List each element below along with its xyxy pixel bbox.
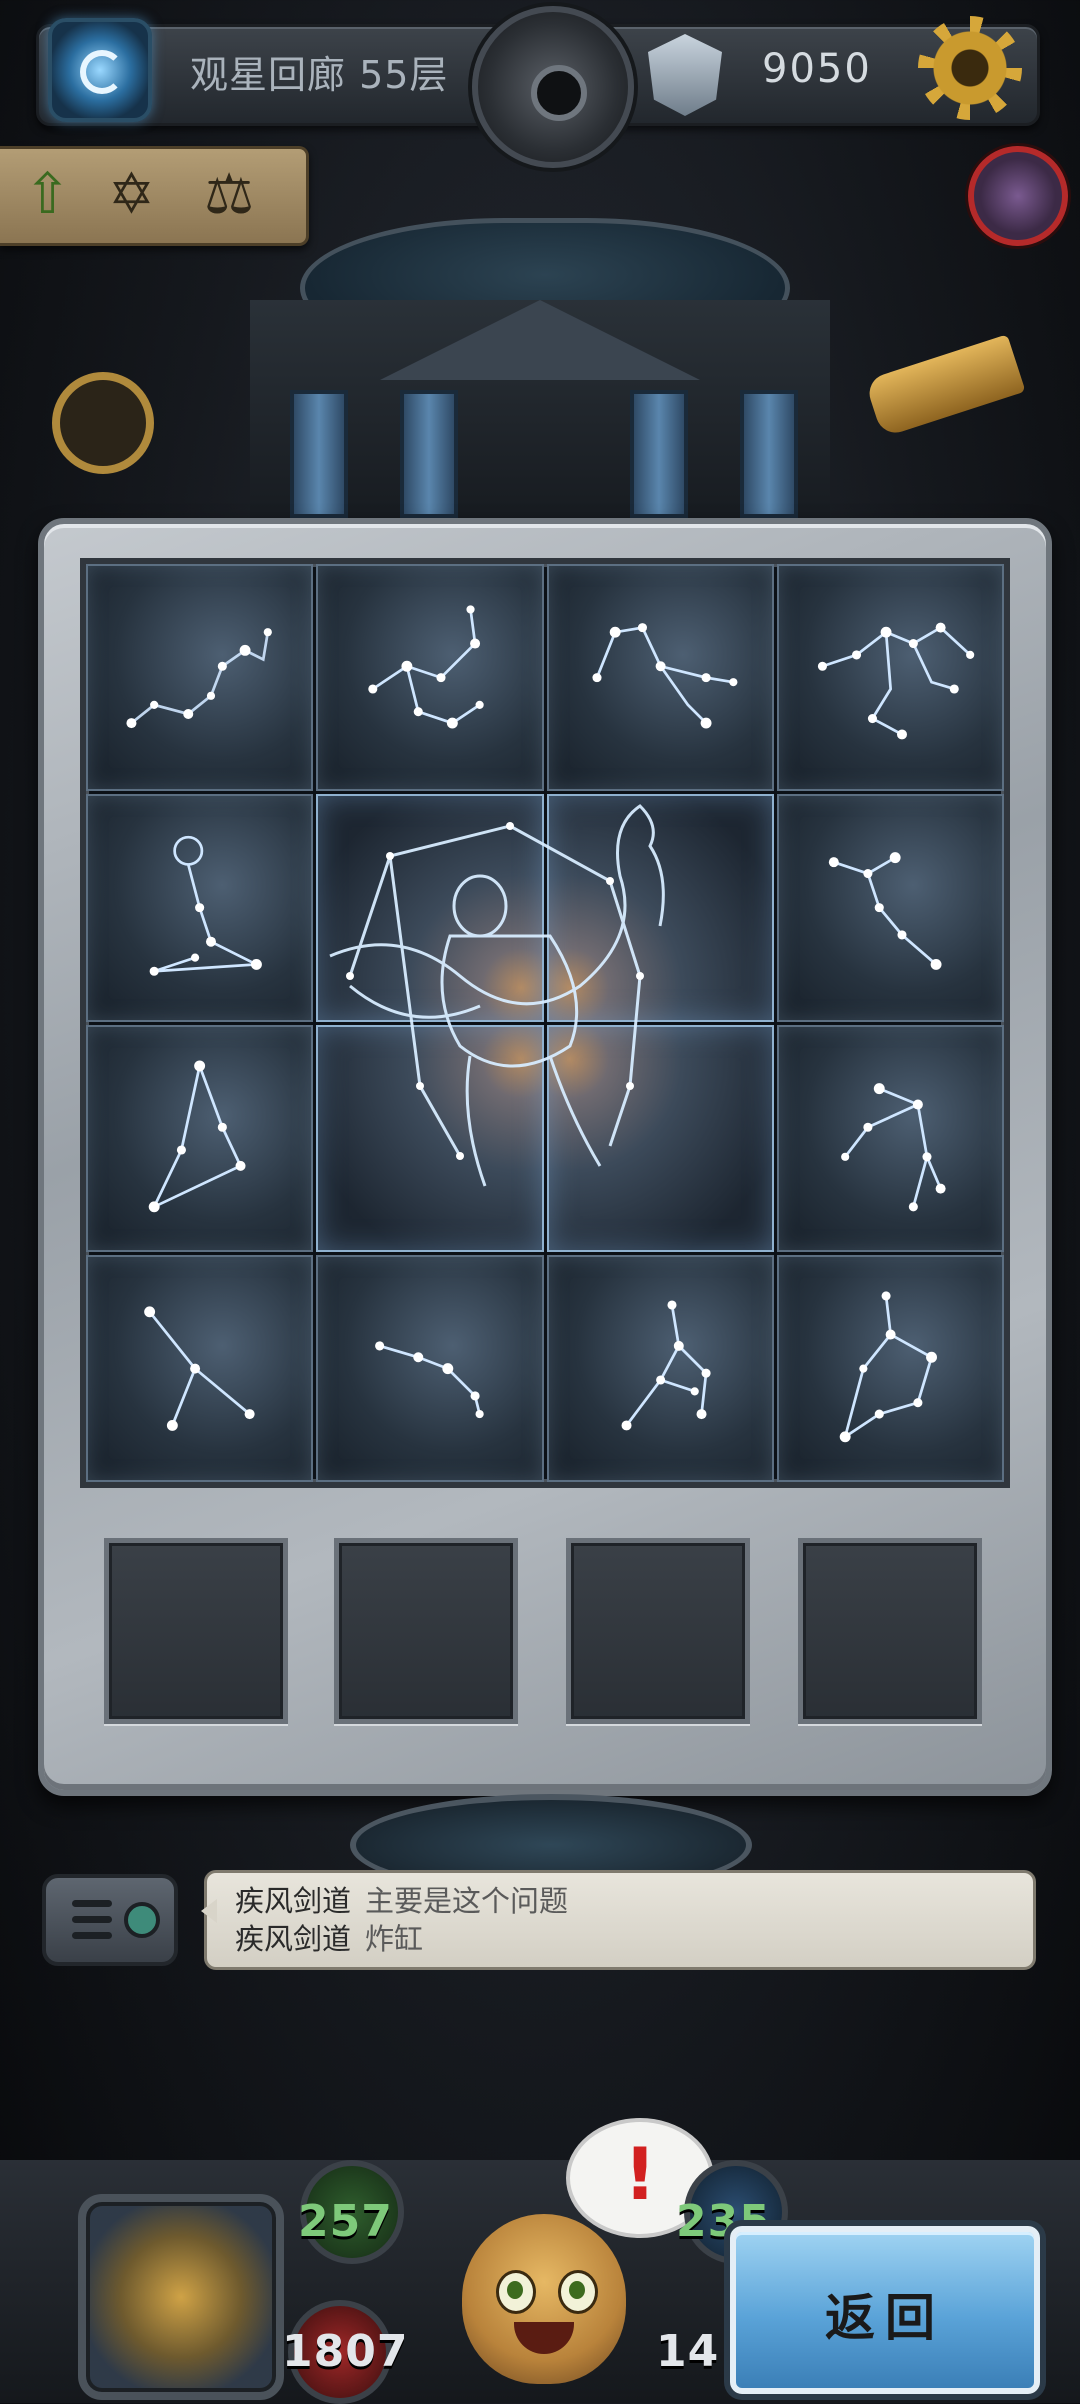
chat-message: 疾风剑道 炸缸 — [235, 1921, 423, 1957]
puzzle-tile[interactable] — [546, 564, 774, 792]
empty-slot[interactable] — [798, 1538, 982, 1724]
chat-username: 疾风剑道 — [235, 1922, 352, 1956]
back-button[interactable]: 返回 — [730, 2226, 1040, 2394]
pillar — [630, 390, 688, 518]
puzzle-tile[interactable] — [86, 1254, 314, 1482]
portal-icon[interactable] — [48, 18, 152, 122]
puzzle-tile[interactable] — [546, 794, 774, 1022]
astrolabe-wheel-icon — [52, 372, 154, 474]
chat-text: 主要是这个问题 — [365, 1884, 569, 1918]
pillar — [400, 390, 458, 518]
currency-counter: 9050 — [762, 46, 872, 92]
chat-status-icon — [124, 1902, 160, 1938]
chat-text: 炸缸 — [365, 1922, 424, 1956]
puzzle-tile[interactable] — [316, 564, 544, 792]
camera-disc-icon[interactable] — [472, 6, 634, 168]
puzzle-tile[interactable] — [316, 1024, 544, 1252]
gear-icon[interactable] — [918, 16, 1022, 120]
chat-menu-button[interactable] — [42, 1874, 178, 1966]
empty-slot[interactable] — [334, 1538, 518, 1724]
puzzle-tile[interactable] — [546, 1254, 774, 1482]
empty-slot[interactable] — [104, 1538, 288, 1724]
hero-portrait[interactable] — [78, 2194, 284, 2400]
puzzle-tile[interactable] — [86, 794, 314, 1022]
floor-title: 观星回廊 55层 — [190, 53, 449, 97]
puzzle-tile[interactable] — [86, 1024, 314, 1252]
constellation-puzzle-grid — [80, 558, 1010, 1488]
player-avatar[interactable] — [968, 146, 1068, 246]
chat-preview[interactable]: 疾风剑道 主要是这个问题 疾风剑道 炸缸 — [201, 1870, 1036, 1970]
rune-panel: ⇧ ✡ ⚖ — [0, 146, 309, 246]
hexagram-rune-icon: ✡ — [108, 162, 155, 227]
puzzle-tile[interactable] — [546, 1024, 774, 1252]
telescope-icon — [864, 334, 1026, 438]
scales-rune-icon: ⚖ — [204, 162, 255, 227]
puzzle-tile[interactable] — [776, 564, 1004, 792]
attack-stat: 257 — [298, 2196, 393, 2247]
puzzle-tile[interactable] — [776, 1024, 1004, 1252]
empty-slot[interactable] — [566, 1538, 750, 1724]
puzzle-tile[interactable] — [316, 794, 544, 1022]
puzzle-tile[interactable] — [776, 1254, 1004, 1482]
up-arrow-rune-icon: ⇧ — [24, 162, 71, 227]
puzzle-tile[interactable] — [776, 794, 1004, 1022]
chat-username: 疾风剑道 — [235, 1884, 352, 1918]
chat-message: 疾风剑道 主要是这个问题 — [235, 1883, 568, 1919]
puzzle-tile[interactable] — [316, 1254, 544, 1482]
speed-stat: 14 — [656, 2326, 720, 2377]
health-stat: 1807 — [282, 2326, 409, 2377]
pillar — [740, 390, 798, 518]
pillar — [290, 390, 348, 518]
puzzle-tile[interactable] — [86, 564, 314, 792]
mascot-character[interactable] — [462, 2214, 626, 2384]
back-label: 返回 — [825, 2289, 945, 2347]
